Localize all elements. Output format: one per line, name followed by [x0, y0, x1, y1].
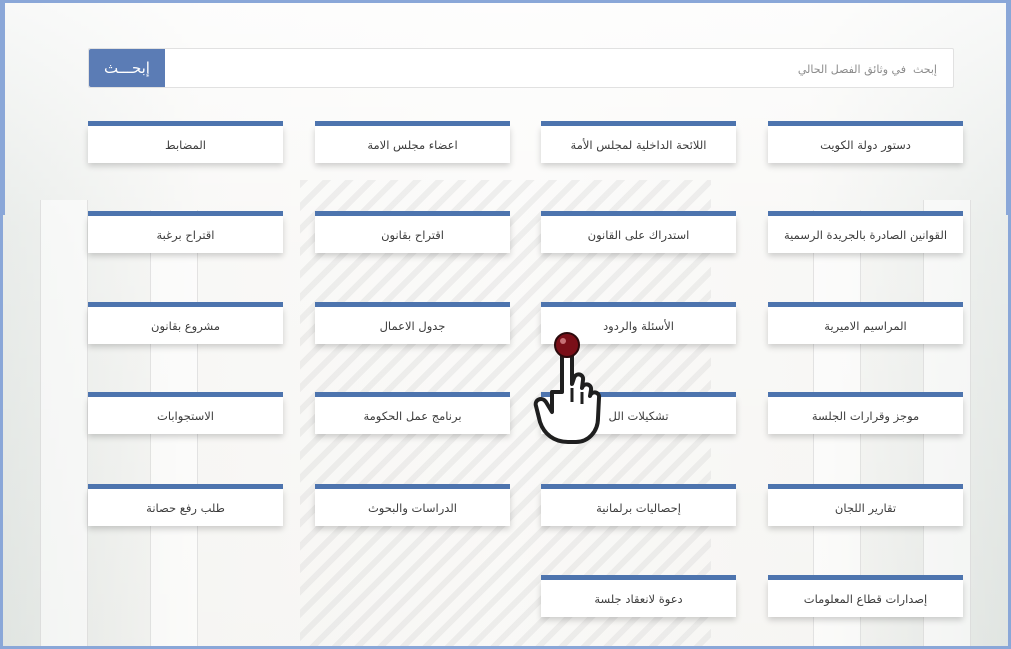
- tile-minutes[interactable]: المضابط: [88, 121, 283, 163]
- frame-strip-left: [0, 0, 5, 215]
- tile-gazette-laws[interactable]: القوانين الصادرة بالجريدة الرسمية: [768, 211, 963, 253]
- tile-law-proposal[interactable]: اقتراح بقانون: [315, 211, 510, 253]
- tile-interpellations[interactable]: الاستجوابات: [88, 392, 283, 434]
- search-input[interactable]: [165, 49, 939, 89]
- tile-session-call[interactable]: دعوة لانعقاد جلسة: [541, 575, 736, 617]
- hand-pointer-icon: [533, 332, 602, 444]
- search-button[interactable]: إبحـــث: [89, 49, 165, 87]
- tile-info-sector-publications[interactable]: إصدارات قطاع المعلومات: [768, 575, 963, 617]
- tile-studies-research[interactable]: الدراسات والبحوث: [315, 484, 510, 526]
- tile-kuwait-constitution[interactable]: دستور دولة الكويت: [768, 121, 963, 163]
- tile-wish-proposal[interactable]: اقتراح برغبة: [88, 211, 283, 253]
- frame-strip-right: [1006, 0, 1011, 215]
- tile-parliamentary-statistics[interactable]: إحصاليات برلمانية: [541, 484, 736, 526]
- tile-assembly-members[interactable]: اعضاء مجلس الامة: [315, 121, 510, 163]
- tile-government-program[interactable]: برنامج عمل الحكومة: [315, 392, 510, 434]
- tile-law-amendment[interactable]: استدراك على القانون: [541, 211, 736, 253]
- tile-session-summary[interactable]: موجز وقرارات الجلسة: [768, 392, 963, 434]
- tile-immunity-lift-request[interactable]: طلب رفع حصانة: [88, 484, 283, 526]
- tile-agenda[interactable]: جدول الاعمال: [315, 302, 510, 344]
- tile-internal-regulation[interactable]: اللائحة الداخلية لمجلس الأمة: [541, 121, 736, 163]
- tile-amiri-decrees[interactable]: المراسيم الاميرية: [768, 302, 963, 344]
- tile-committee-reports[interactable]: تقارير اللجان: [768, 484, 963, 526]
- tile-draft-law[interactable]: مشروع بقانون: [88, 302, 283, 344]
- search-bar: إبحـــث: [88, 48, 954, 89]
